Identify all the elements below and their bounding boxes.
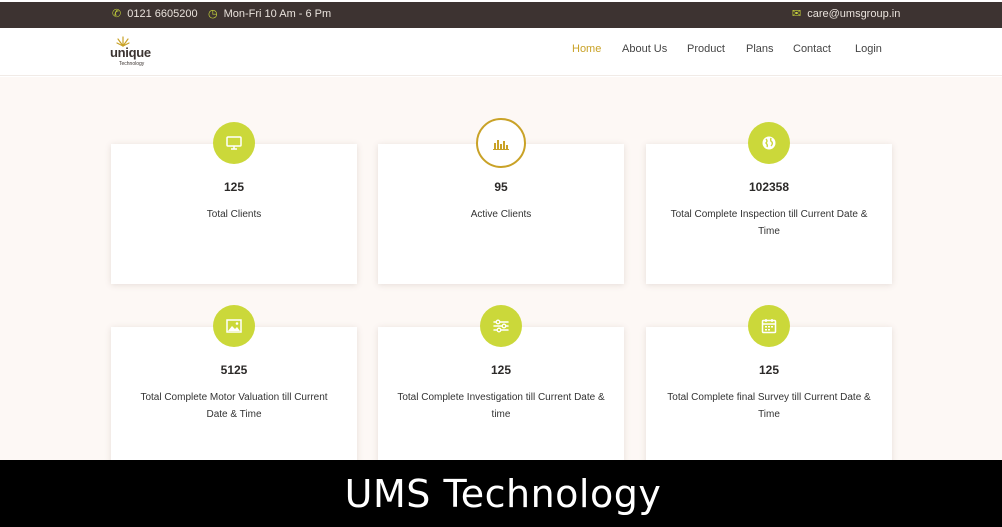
- caption-banner: UMS Technology: [0, 460, 1002, 527]
- stat-value: 125: [758, 363, 780, 377]
- top-info-bar: ✆ 0121 6605200 ◷ Mon-Fri 10 Am - 6 Pm ✉ …: [0, 2, 1002, 28]
- mail-icon: ✉: [792, 7, 802, 20]
- nav-home[interactable]: Home: [572, 43, 601, 55]
- hours-text: Mon-Fri 10 Am - 6 Pm: [223, 8, 332, 20]
- office-hours: ◷ Mon-Fri 10 Am - 6 Pm: [208, 8, 331, 20]
- stat-card-final-survey: 125 Total Complete final Survey till Cur…: [646, 305, 892, 467]
- phone-icon: ✆: [112, 7, 122, 20]
- stat-value: 125: [223, 180, 245, 194]
- phone-contact[interactable]: ✆ 0121 6605200: [112, 8, 198, 20]
- logo-wordmark: unique: [110, 45, 151, 60]
- stat-label: Total Clients: [206, 209, 262, 220]
- clock-icon: ◷: [208, 7, 218, 20]
- page: ✆ 0121 6605200 ◷ Mon-Fri 10 Am - 6 Pm ✉ …: [0, 0, 1002, 527]
- stat-card-total-clients: 125 Total Clients: [111, 122, 357, 284]
- email-address: care@umsgroup.in: [807, 8, 901, 20]
- nav-product[interactable]: Product: [687, 43, 725, 55]
- stat-icon-badge: [480, 305, 522, 347]
- image-icon: [226, 319, 242, 333]
- stat-icon-badge: [748, 122, 790, 164]
- stat-value: 102358: [748, 180, 790, 194]
- phone-number: 0121 6605200: [127, 8, 198, 20]
- stat-card-active-clients: 95 Active Clients: [378, 118, 624, 284]
- stat-label: Total Complete Motor Valuation till Curr…: [140, 392, 328, 420]
- globe-icon: [762, 136, 776, 150]
- monitor-icon: [226, 136, 242, 150]
- site-logo[interactable]: unique Technology: [110, 34, 156, 68]
- stat-card-total-inspection: 102358 Total Complete Inspection till Cu…: [646, 122, 892, 284]
- stat-icon-badge: [476, 118, 526, 168]
- nav-about-us[interactable]: About Us: [622, 43, 667, 55]
- nav-login[interactable]: Login: [855, 43, 882, 55]
- banner-title: UMS Technology: [344, 471, 662, 516]
- stat-value: 95: [494, 180, 508, 194]
- stat-label: Total Complete Investigation till Curren…: [397, 392, 605, 420]
- stat-value: 5125: [220, 363, 248, 377]
- stat-label: Total Complete final Survey till Current…: [667, 392, 871, 420]
- stat-icon-badge: [213, 305, 255, 347]
- bar-chart-icon: [493, 140, 509, 150]
- stats-section: 125 Total Clients 95 Active Clients 1023…: [0, 77, 1002, 467]
- calendar-icon: [761, 319, 777, 334]
- stat-icon-badge: [213, 122, 255, 164]
- nav-contact[interactable]: Contact: [793, 43, 831, 55]
- stat-card-motor-valuation: 5125 Total Complete Motor Valuation till…: [111, 305, 357, 467]
- stat-icon-badge: [748, 305, 790, 347]
- logo-subtitle: Technology: [119, 61, 145, 67]
- sliders-icon: [493, 319, 509, 333]
- stat-card-investigation: 125 Total Complete Investigation till Cu…: [378, 305, 624, 467]
- main-navigation: unique Technology Home About Us Product …: [0, 28, 1002, 76]
- nav-plans[interactable]: Plans: [746, 43, 774, 55]
- email-contact[interactable]: ✉ care@umsgroup.in: [792, 8, 900, 20]
- stat-value: 125: [490, 363, 512, 377]
- stat-label: Active Clients: [470, 209, 532, 220]
- stat-label: Total Complete Inspection till Current D…: [670, 209, 868, 237]
